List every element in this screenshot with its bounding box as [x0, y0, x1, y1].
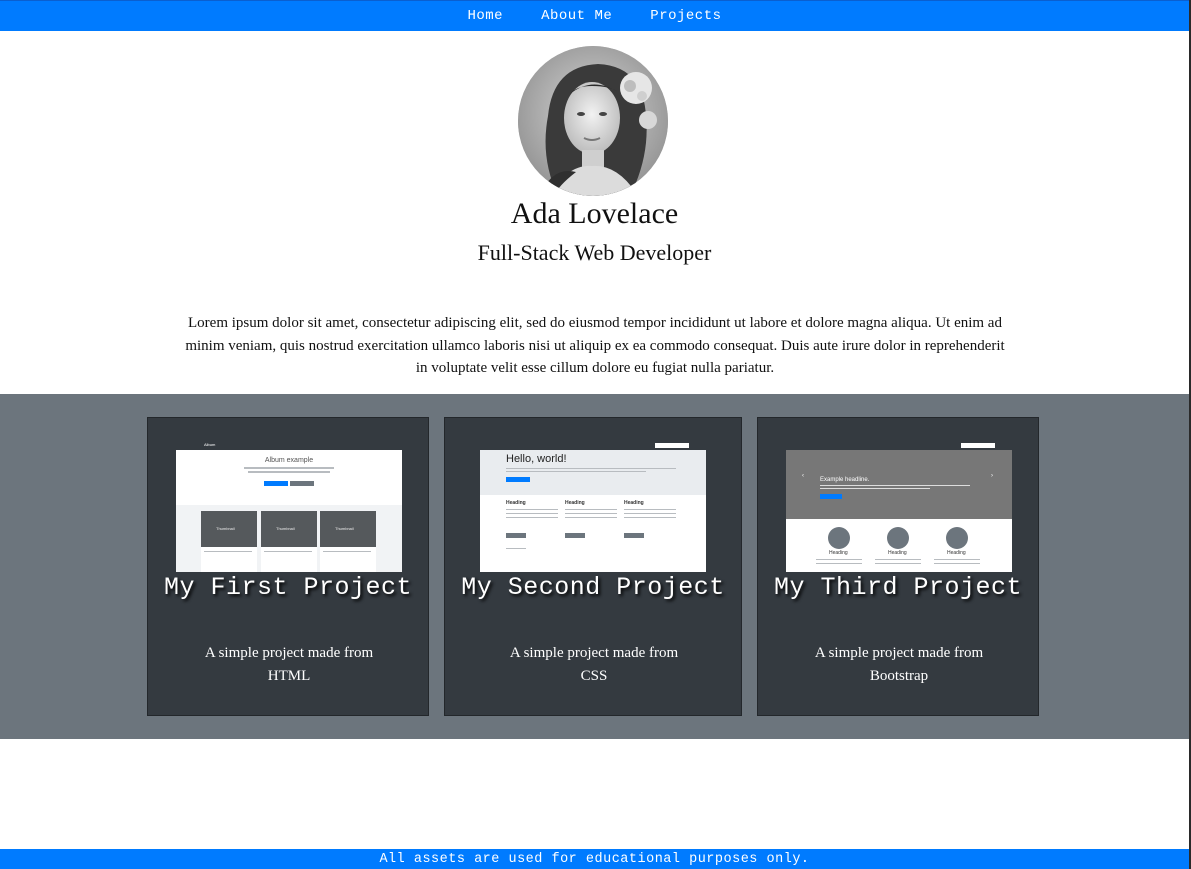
project-1-thumbnail: Album Album example Thumbnail Thumbnail …: [176, 441, 402, 572]
portrait-image: [518, 46, 668, 196]
project-2-thumbnail: Hello, world! Heading Heading Heading: [480, 441, 706, 572]
project-3-description: A simple project made from Bootstrap: [814, 645, 984, 684]
profile-bio: Lorem ipsum dolor sit amet, consectetur …: [185, 315, 1005, 376]
nav-projects-link[interactable]: Projects: [650, 8, 721, 24]
project-2-description: A simple project made from CSS: [509, 645, 679, 684]
nav-about-link[interactable]: About Me: [541, 8, 612, 24]
profile-name: Ada Lovelace: [510, 197, 679, 230]
project-2-title: My Second Project: [461, 573, 725, 602]
nav-home-link[interactable]: Home: [467, 8, 503, 24]
projects-section: Album Album example Thumbnail Thumbnail …: [0, 394, 1189, 739]
project-3-thumbnail: Example headline. ‹ › Heading Heading He…: [786, 441, 1012, 572]
profile-avatar: [518, 46, 668, 196]
project-card-3[interactable]: Example headline. ‹ › Heading Heading He…: [757, 417, 1039, 716]
footer-text: All assets are used for educational purp…: [379, 851, 810, 867]
top-navbar: Home About Me Projects: [0, 0, 1189, 31]
project-1-title: My First Project: [163, 573, 413, 602]
project-card-1[interactable]: Album Album example Thumbnail Thumbnail …: [147, 417, 429, 716]
project-card-2[interactable]: Hello, world! Heading Heading Heading My…: [444, 417, 742, 716]
footer-bar: All assets are used for educational purp…: [0, 849, 1189, 869]
project-1-description: A simple project made from HTML: [204, 645, 374, 684]
project-3-title: My Third Project: [773, 573, 1023, 602]
profile-role: Full-Stack Web Developer: [477, 240, 712, 265]
